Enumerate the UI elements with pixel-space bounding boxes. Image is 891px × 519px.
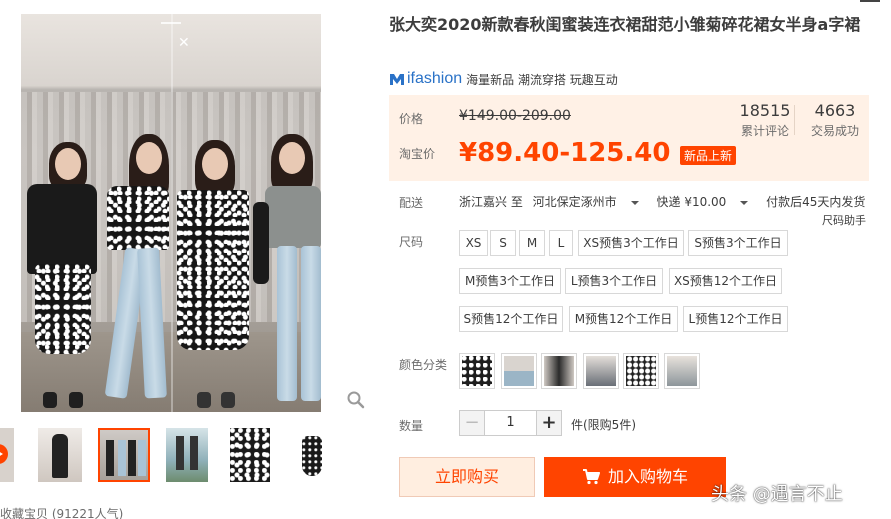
- shipping-destination[interactable]: 河北保定涿州市: [533, 195, 617, 209]
- original-price: ¥149.00-209.00: [459, 108, 571, 124]
- review-count: 18515: [739, 101, 791, 120]
- purchase-limit-note: 件(限购5件): [571, 418, 636, 432]
- chevron-down-icon[interactable]: [630, 200, 639, 205]
- sales-count: 4663: [814, 101, 856, 120]
- quantity-increase-button[interactable]: +: [536, 410, 562, 436]
- price-panel: 价格 ¥149.00-209.00 淘宝价 ¥89.40-125.40 新品上新…: [389, 95, 869, 181]
- size-option[interactable]: S预售3个工作日: [688, 230, 788, 256]
- thumbnail-image[interactable]: [292, 428, 332, 482]
- zoom-icon[interactable]: [346, 390, 366, 410]
- ifashion-logo[interactable]: ifashion: [389, 70, 462, 88]
- size-helper-link[interactable]: 尺码助手: [822, 212, 866, 228]
- close-icon: ✕: [178, 35, 190, 51]
- buy-now-button[interactable]: 立即购买: [399, 457, 535, 497]
- thumbnail-image[interactable]: [230, 428, 270, 482]
- product-title: 张大奕2020新款春秋闺蜜装连衣裙甜范小雏菊碎花裙女半身a字裙: [389, 15, 861, 34]
- color-swatch[interactable]: [459, 353, 495, 389]
- add-to-cart-label: 加入购物车: [607, 467, 688, 486]
- review-caption: 累计评论: [740, 124, 789, 138]
- main-product-image[interactable]: ✕: [21, 14, 321, 412]
- stat-divider: [794, 105, 795, 135]
- watermark: 头条 @遇言不止: [711, 484, 843, 505]
- thumbnail-image[interactable]: [166, 428, 208, 482]
- add-to-cart-button[interactable]: 加入购物车: [544, 457, 726, 497]
- color-swatch[interactable]: [583, 353, 619, 389]
- color-swatch[interactable]: [623, 353, 659, 389]
- color-swatch[interactable]: [541, 353, 577, 389]
- size-label: 尺码: [399, 235, 424, 249]
- size-option[interactable]: M: [519, 230, 545, 256]
- sale-price: ¥89.40-125.40: [459, 138, 671, 168]
- thumbnail-video[interactable]: [0, 428, 14, 482]
- quantity-label: 数量: [399, 419, 424, 433]
- size-option[interactable]: S预售12个工作日: [459, 306, 563, 332]
- top-edge-mark: [860, 0, 880, 2]
- new-arrival-badge: 新品上新: [680, 146, 737, 165]
- color-swatch[interactable]: [501, 353, 537, 389]
- thumbnail-image[interactable]: [38, 428, 82, 482]
- brand-slogan: 海量新品 潮流穿搭 玩趣互动: [466, 72, 618, 87]
- size-option[interactable]: M预售12个工作日: [569, 306, 678, 332]
- size-option[interactable]: S: [490, 230, 516, 256]
- shipping-promise: 付款后45天内发货: [766, 195, 866, 209]
- color-label: 颜色分类: [399, 358, 448, 372]
- size-option[interactable]: L预售12个工作日: [683, 306, 788, 332]
- size-option[interactable]: XS: [459, 230, 488, 256]
- size-option[interactable]: XS预售12个工作日: [669, 268, 782, 294]
- chevron-down-icon[interactable]: [740, 200, 749, 205]
- sales-caption: 交易成功: [810, 124, 859, 138]
- brand-row: ifashion 海量新品 潮流穿搭 玩趣互动: [389, 70, 618, 88]
- size-option[interactable]: XS预售3个工作日: [578, 230, 684, 256]
- size-option[interactable]: L: [549, 230, 573, 256]
- price-label: 价格: [399, 112, 424, 126]
- thumbnail-strip: [0, 428, 340, 484]
- shipping-method[interactable]: 快递 ¥10.00: [657, 195, 727, 209]
- color-swatch[interactable]: [664, 353, 700, 389]
- photo-split-line: [171, 14, 173, 412]
- ifashion-m-icon: [390, 74, 404, 85]
- review-stat[interactable]: 18515 累计评论: [737, 101, 793, 139]
- sale-price-label: 淘宝价: [399, 147, 436, 161]
- size-option[interactable]: L预售3个工作日: [565, 268, 663, 294]
- shipping-origin: 浙江嘉兴 至: [459, 195, 523, 209]
- status-bar-icons: [161, 22, 181, 28]
- brand-logo-text: ifashion: [407, 70, 463, 87]
- favorite-count[interactable]: 收藏宝贝 (91221人气): [0, 505, 123, 519]
- sales-stat: 4663 交易成功: [807, 101, 863, 139]
- shipping-label: 配送: [399, 196, 424, 210]
- shipping-info: 浙江嘉兴 至 河北保定涿州市 快递 ¥10.00 付款后45天内发货: [459, 193, 871, 210]
- shopping-cart-icon: [582, 469, 600, 485]
- size-option[interactable]: M预售3个工作日: [459, 268, 561, 294]
- quantity-input[interactable]: 1: [484, 410, 537, 436]
- thumbnail-image-active[interactable]: [98, 428, 150, 482]
- quantity-decrease-button[interactable]: −: [459, 410, 485, 436]
